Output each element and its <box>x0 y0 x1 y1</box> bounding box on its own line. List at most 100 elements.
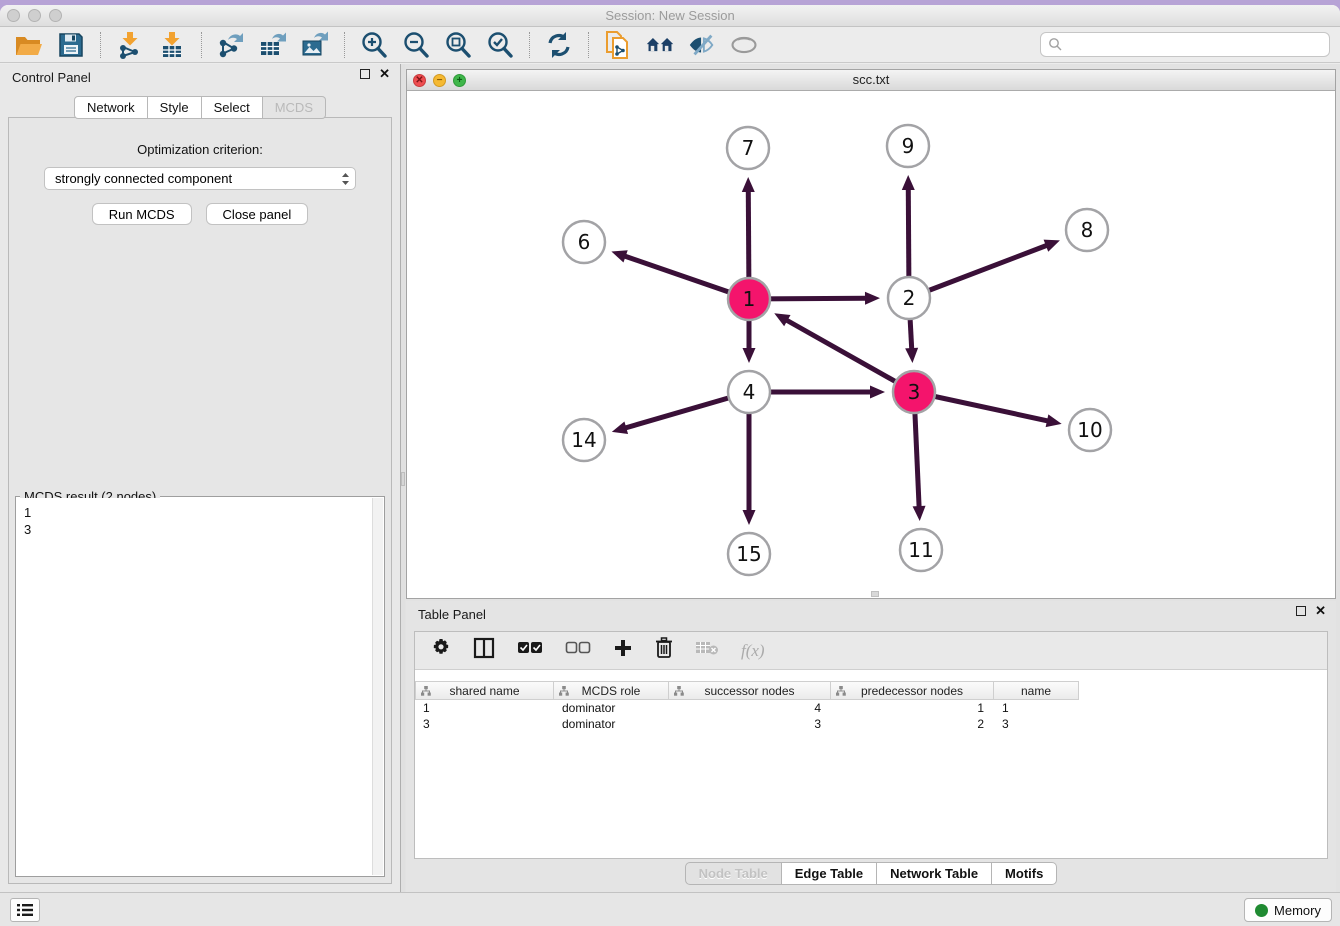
graph-edge-arrowhead <box>611 250 627 262</box>
export-network-icon[interactable] <box>216 30 246 60</box>
network-canvas[interactable]: 1234678910111415 <box>407 91 1335 598</box>
splitter-grip-icon[interactable] <box>401 472 405 486</box>
search-field[interactable] <box>1040 32 1330 57</box>
memory-button[interactable]: Memory <box>1244 898 1332 922</box>
network-graph[interactable]: 1234678910111415 <box>407 91 1335 598</box>
graph-edge-arrowhead <box>865 292 880 305</box>
save-icon[interactable] <box>56 30 86 60</box>
deselect-all-icon[interactable] <box>565 641 591 660</box>
zoom-in-icon[interactable] <box>359 30 389 60</box>
close-table-panel-icon[interactable]: ✕ <box>1315 606 1326 616</box>
tab-edge-table[interactable]: Edge Table <box>782 862 877 885</box>
memory-label: Memory <box>1274 903 1321 918</box>
control-panel-tabs: Network Style Select MCDS <box>0 96 400 119</box>
mcds-result-box: MCDS result (2 nodes) 1 3 <box>15 496 385 877</box>
select-all-icon[interactable] <box>517 641 543 660</box>
graph-edge-arrowhead <box>1044 240 1060 252</box>
task-history-button[interactable] <box>10 898 40 922</box>
show-all-icon[interactable] <box>729 30 759 60</box>
import-network-icon[interactable] <box>115 30 145 60</box>
graph-node-label: 3 <box>908 380 921 404</box>
import-table-icon[interactable] <box>157 30 187 60</box>
close-window-button[interactable] <box>7 9 20 22</box>
zoom-selected-icon[interactable] <box>485 30 515 60</box>
application-window: Session: New Session <box>0 5 1340 926</box>
function-builder-icon: f(x) <box>741 641 765 661</box>
column-header-predecessor-nodes[interactable]: predecessor nodes <box>831 681 994 700</box>
gear-icon[interactable] <box>431 638 451 663</box>
graph-node-label: 7 <box>742 136 755 160</box>
close-panel-icon[interactable]: ✕ <box>379 69 390 79</box>
graph-node-label: 15 <box>736 542 761 566</box>
graph-edge-2-8[interactable] <box>909 245 1048 298</box>
table-panel-title: Table Panel <box>418 607 486 622</box>
tab-network-table[interactable]: Network Table <box>877 862 992 885</box>
graph-node-label: 11 <box>908 538 933 562</box>
export-image-icon[interactable] <box>300 30 330 60</box>
close-panel-button[interactable]: Close panel <box>206 203 309 225</box>
delete-icon[interactable] <box>655 637 673 664</box>
zoom-network-button[interactable]: + <box>453 74 466 87</box>
tab-node-table[interactable]: Node Table <box>685 862 782 885</box>
graph-node-label: 14 <box>571 428 596 452</box>
window-title: Session: New Session <box>0 5 1340 26</box>
toolbar-separator <box>529 32 530 58</box>
float-panel-icon[interactable] <box>360 69 370 79</box>
refresh-icon[interactable] <box>544 30 574 60</box>
network-window-titlebar: ✕ − + scc.txt <box>407 70 1335 91</box>
toolbar-separator <box>201 32 202 58</box>
dropdown-value: strongly connected component <box>55 171 232 186</box>
search-input[interactable] <box>1063 35 1329 55</box>
mcds-result-list[interactable]: 1 3 <box>17 498 372 875</box>
add-icon[interactable] <box>613 638 633 663</box>
zoom-fit-icon[interactable] <box>443 30 473 60</box>
column-header-mcds-role[interactable]: MCDS role <box>554 681 669 700</box>
open-folder-icon[interactable] <box>14 30 44 60</box>
node-table-box: f(x) shared name MCDS role successor nod… <box>414 631 1328 859</box>
graph-edge-arrowhead <box>913 506 926 521</box>
mcds-panel: Optimization criterion: strongly connect… <box>8 117 392 884</box>
toolbar-separator <box>344 32 345 58</box>
column-header-successor-nodes[interactable]: successor nodes <box>669 681 831 700</box>
run-mcds-button[interactable]: Run MCDS <box>92 203 192 225</box>
table-panel: Table Panel ✕ f(x) <box>406 601 1336 892</box>
result-scrollbar[interactable] <box>372 498 383 875</box>
float-table-panel-icon[interactable] <box>1296 606 1306 616</box>
hide-selected-icon[interactable] <box>687 30 717 60</box>
graph-edge-arrowhead <box>870 386 885 399</box>
zoom-out-icon[interactable] <box>401 30 431 60</box>
table-row[interactable]: 3 dominator 3 2 3 <box>415 716 1327 732</box>
table-toolbar: f(x) <box>415 632 1327 670</box>
status-bar: Memory <box>0 892 1340 926</box>
minimize-window-button[interactable] <box>28 9 41 22</box>
copy-network-icon[interactable] <box>603 30 633 60</box>
list-icon <box>16 902 34 918</box>
graph-node-label: 10 <box>1077 418 1102 442</box>
split-pane-icon[interactable] <box>473 637 495 664</box>
optimization-criterion-dropdown[interactable]: strongly connected component <box>44 167 356 190</box>
close-network-button[interactable]: ✕ <box>413 74 426 87</box>
toolbar-separator <box>588 32 589 58</box>
panel-splitter[interactable] <box>400 64 405 892</box>
network-window-title: scc.txt <box>407 70 1335 90</box>
home-network-icon[interactable] <box>645 30 675 60</box>
graph-edge-arrowhead <box>743 348 756 363</box>
canvas-resize-grip[interactable] <box>871 591 879 597</box>
graph-edge-arrowhead <box>742 177 755 192</box>
column-header-name[interactable]: name <box>994 681 1079 700</box>
control-panel: Control Panel ✕ Network Style Select MCD… <box>0 64 400 892</box>
graph-node-label: 9 <box>902 134 915 158</box>
graph-node-label: 6 <box>578 230 591 254</box>
column-header-shared-name[interactable]: shared name <box>415 681 554 700</box>
optimization-criterion-label: Optimization criterion: <box>9 142 391 157</box>
tab-mcds[interactable]: MCDS <box>263 96 326 119</box>
graph-node-label: 8 <box>1081 218 1094 242</box>
table-row[interactable]: 1 dominator 4 1 1 <box>415 700 1327 716</box>
tab-motifs[interactable]: Motifs <box>992 862 1057 885</box>
tab-select[interactable]: Select <box>202 96 263 119</box>
minimize-network-button[interactable]: − <box>433 74 446 87</box>
tab-network[interactable]: Network <box>74 96 148 119</box>
tab-style[interactable]: Style <box>148 96 202 119</box>
export-table-icon[interactable] <box>258 30 288 60</box>
zoom-window-button[interactable] <box>49 9 62 22</box>
